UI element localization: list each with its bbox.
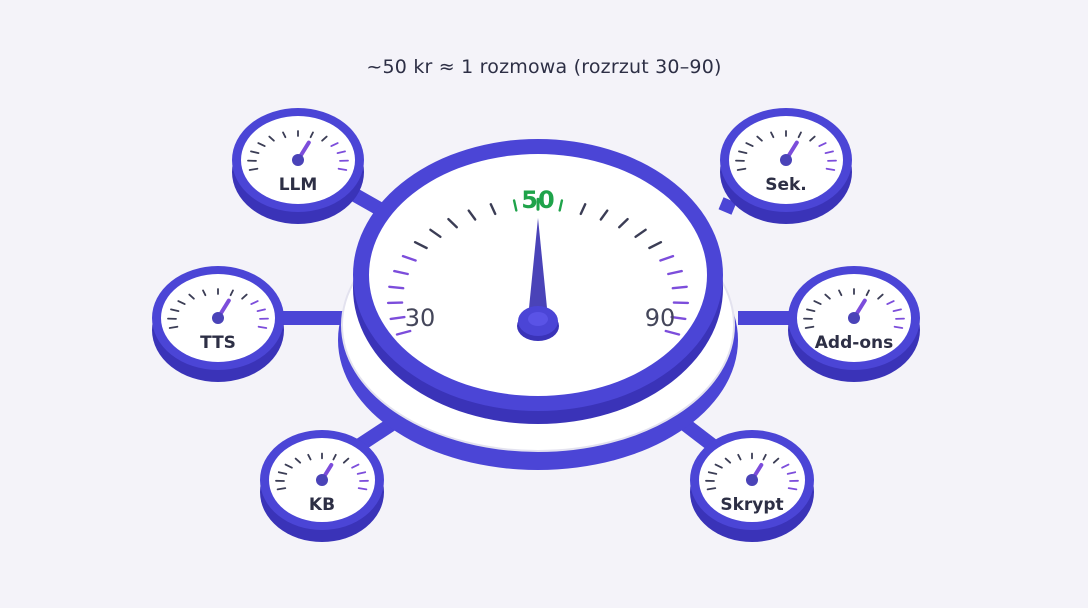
diagram-stage: ~50 kr ≈ 1 rozmowa (rozrzut 30–90) 50 30… — [0, 0, 1088, 608]
gauge-sek: Sek. — [720, 108, 852, 224]
gauge-tick — [168, 325, 179, 329]
gauge-label-llm: LLM — [279, 175, 318, 195]
gauge-addons: Add-ons — [788, 266, 920, 382]
gauge-tick — [257, 325, 268, 329]
gauge-tick — [736, 167, 747, 171]
gauge-hub — [292, 154, 304, 166]
gauge-tts: TTS — [152, 266, 284, 382]
main-max-label: 90 — [645, 304, 676, 332]
connector-sek — [718, 197, 737, 215]
gauge-label-addons: Add-ons — [815, 333, 893, 353]
gauge-tick — [825, 167, 836, 171]
gauge-tick — [248, 167, 259, 171]
gauge-diagram: 50 30 90 LLM Sek. TTS Add-ons KB Skrypt — [152, 108, 920, 542]
gauge-tick — [893, 325, 904, 329]
gauge-tick — [706, 487, 717, 491]
gauge-tick — [337, 167, 348, 171]
gauge-hub — [316, 474, 328, 486]
main-gauge: 50 30 90 — [338, 139, 738, 470]
main-tick — [388, 285, 405, 290]
gauge-tick — [357, 487, 368, 491]
gauge-label-sek: Sek. — [765, 175, 807, 195]
gauge-hub — [780, 154, 792, 166]
gauge-hub — [212, 312, 224, 324]
gauge-label-kb: KB — [309, 495, 335, 515]
gauge-label-skrypt: Skrypt — [720, 495, 783, 515]
main-min-label: 30 — [405, 304, 436, 332]
main-hub-top — [528, 312, 548, 326]
gauge-hub — [848, 312, 860, 324]
gauge-tick — [276, 487, 287, 491]
gauge-skrypt: Skrypt — [690, 430, 814, 542]
gauge-tick — [804, 325, 815, 329]
gauge-hub — [746, 474, 758, 486]
gauge-tick — [787, 487, 798, 491]
gauge-llm: LLM — [232, 108, 364, 224]
gauge-kb: KB — [260, 430, 384, 542]
main-tick — [671, 285, 688, 290]
gauge-label-tts: TTS — [200, 333, 236, 353]
main-center-label: 50 — [521, 186, 554, 214]
